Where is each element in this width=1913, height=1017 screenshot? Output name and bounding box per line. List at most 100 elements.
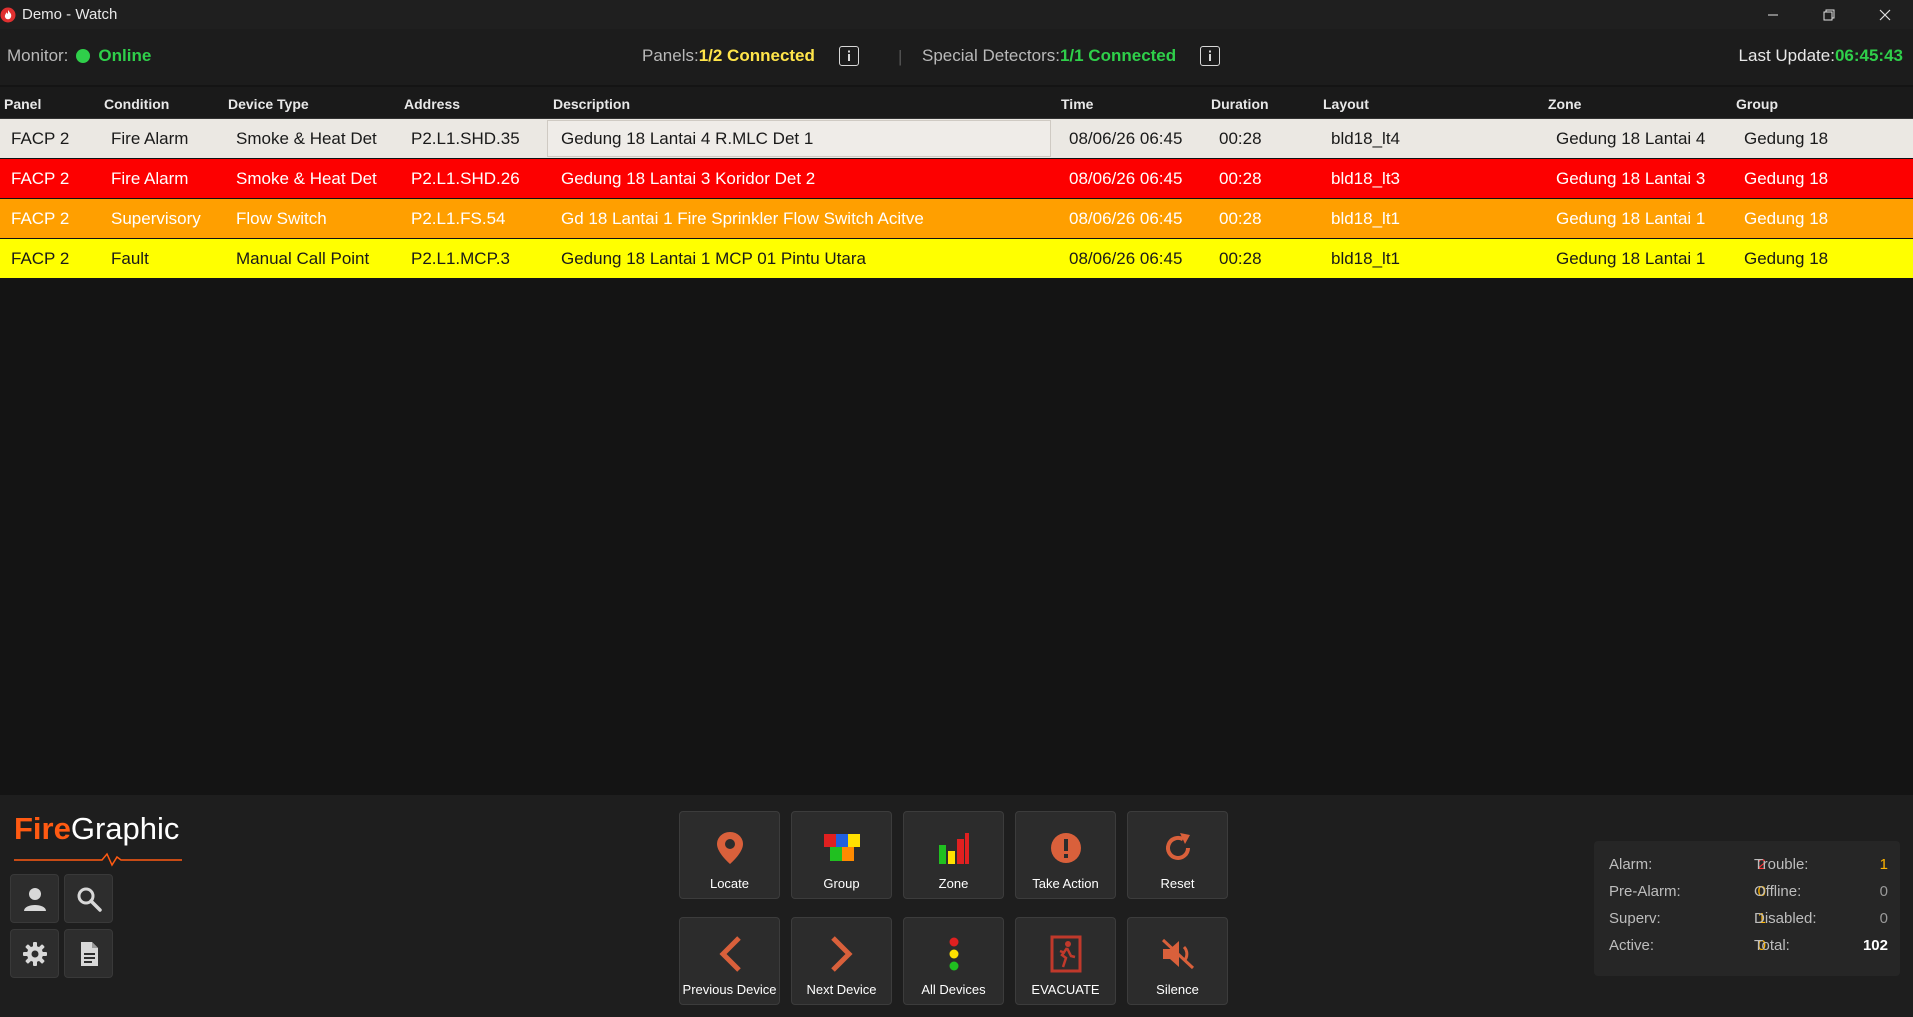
column-header-device-type[interactable]: Device Type [228,96,309,112]
info-icon [847,50,850,61]
alarm-count-label: Alarm: [1609,856,1653,873]
group-blocks-icon [823,834,860,861]
cell-zone: Gedung 18 Lantai 3 [1556,169,1706,188]
superv-count-label: Superv: [1609,910,1661,927]
prealarm-count-label: Pre-Alarm: [1609,883,1681,900]
cell-device-type: Manual Call Point [236,249,370,268]
table-row[interactable]: FACP 2 Supervisory Flow Switch P2.L1.FS.… [0,199,1913,239]
table-row[interactable]: FACP 2 Fire Alarm Smoke & Heat Det P2.L1… [0,159,1913,199]
cell-description: Gd 18 Lantai 1 Fire Sprinkler Flow Switc… [561,209,924,228]
monitor-status: Monitor: Online [7,46,151,66]
user-icon [23,887,46,911]
minimize-icon [1768,14,1778,15]
cell-group: Gedung 18 [1744,129,1829,148]
locate-button[interactable]: Locate [679,811,780,899]
last-update: Last Update:06:45:43 [1739,46,1903,66]
cell-description: Gedung 18 Lantai 4 R.MLC Det 1 [561,129,814,148]
trouble-count: 1 [1879,856,1888,873]
report-button[interactable] [64,929,113,978]
search-button[interactable] [64,874,113,923]
status-bar: Monitor: Online Panels: 1/2 Connected | … [0,29,1913,85]
cell-group: Gedung 18 [1744,209,1829,228]
cell-time: 08/06/26 06:45 [1069,129,1183,148]
column-header-duration[interactable]: Duration [1211,96,1269,112]
cell-layout: bld18_lt1 [1331,209,1401,228]
cell-address: P2.L1.MCP.3 [411,249,510,268]
fire-watch-app: Demo - Watch Monitor: Online Panels: 1/2… [0,0,1913,1017]
column-header-address[interactable]: Address [404,96,460,112]
column-header-condition[interactable]: Condition [104,96,169,112]
special-label: Special Detectors: [922,46,1060,65]
refresh-icon [1165,833,1190,860]
panels-status: Panels: 1/2 Connected [642,46,859,66]
search-icon [77,887,102,912]
cell-layout: bld18_lt3 [1331,169,1401,188]
silence-button[interactable]: Silence [1127,917,1228,1005]
special-info-button[interactable] [1200,46,1221,66]
speaker-mute-icon [1161,938,1194,970]
table-row[interactable]: FACP 2 Fire Alarm Smoke & Heat Det P2.L1… [0,119,1913,159]
window-title: Demo - Watch [22,6,118,23]
reset-button[interactable]: Reset [1127,811,1228,899]
firegraphic-logo: FireGraphic [14,811,179,847]
column-header-zone[interactable]: Zone [1548,96,1581,112]
minimize-button[interactable] [1745,0,1801,29]
close-button[interactable] [1857,0,1913,29]
evacuate-label: EVACUATE [1031,982,1100,997]
column-header-group[interactable]: Group [1736,96,1778,112]
disabled-count-label: Disabled: [1754,910,1817,927]
restore-button[interactable] [1801,0,1857,29]
silence-label: Silence [1156,982,1199,997]
cell-panel: FACP 2 [11,169,70,188]
logo-pulse-icon [14,852,182,867]
active-count-label: Active: [1609,937,1655,954]
cell-layout: bld18_lt1 [1331,249,1401,268]
logo-fire-text: Fire [14,811,71,846]
next-device-button[interactable]: Next Device [791,917,892,1005]
window-controls [1745,0,1913,29]
cell-condition: Supervisory [111,209,201,228]
group-label: Group [823,876,860,891]
cell-time: 08/06/26 06:45 [1069,209,1183,228]
column-header-description[interactable]: Description [553,96,630,112]
special-detectors-status: Special Detectors: 1/1 Connected [922,46,1221,66]
evacuate-exit-icon [1050,935,1081,973]
events-list-empty-area [0,278,1913,795]
column-header-layout[interactable]: Layout [1323,96,1369,112]
cell-time: 08/06/26 06:45 [1069,249,1183,268]
column-header-panel[interactable]: Panel [4,96,41,112]
cell-group: Gedung 18 [1744,249,1829,268]
cell-duration: 00:28 [1219,129,1262,148]
take-action-button[interactable]: Take Action [1015,811,1116,899]
update-value: 06:45:43 [1834,46,1903,65]
panels-info-button[interactable] [838,46,859,66]
monitor-label: Monitor: [7,46,69,65]
user-button[interactable] [10,874,59,923]
events-table-header: Panel Condition Device Type Address Desc… [0,87,1913,119]
status-separator: | [898,47,903,66]
group-button[interactable]: Group [791,811,892,899]
column-header-time[interactable]: Time [1061,96,1093,112]
zone-button[interactable]: Zone [903,811,1004,899]
alert-circle-icon [1050,833,1081,863]
trouble-count-label: Trouble: [1754,856,1809,873]
offline-count-label: Offline: [1754,883,1802,900]
info-icon [1209,50,1212,61]
cell-condition: Fault [111,249,149,268]
cell-duration: 00:28 [1219,249,1262,268]
table-row[interactable]: FACP 2 Fault Manual Call Point P2.L1.MCP… [0,239,1913,279]
take-action-label: Take Action [1032,876,1099,891]
disabled-count: 0 [1879,910,1888,927]
cell-address: P2.L1.SHD.35 [411,129,520,148]
special-value: 1/1 Connected [1059,46,1177,65]
cell-description: Gedung 18 Lantai 1 MCP 01 Pintu Utara [561,249,866,268]
all-devices-button[interactable]: All Devices [903,917,1004,1005]
offline-count: 0 [1879,883,1888,900]
settings-button[interactable] [10,929,59,978]
cell-zone: Gedung 18 Lantai 4 [1556,129,1706,148]
previous-device-button[interactable]: Previous Device [679,917,780,1005]
restore-icon [1823,9,1835,20]
reset-label: Reset [1160,876,1195,891]
evacuate-button[interactable]: EVACUATE [1015,917,1116,1005]
location-pin-icon [716,832,743,864]
